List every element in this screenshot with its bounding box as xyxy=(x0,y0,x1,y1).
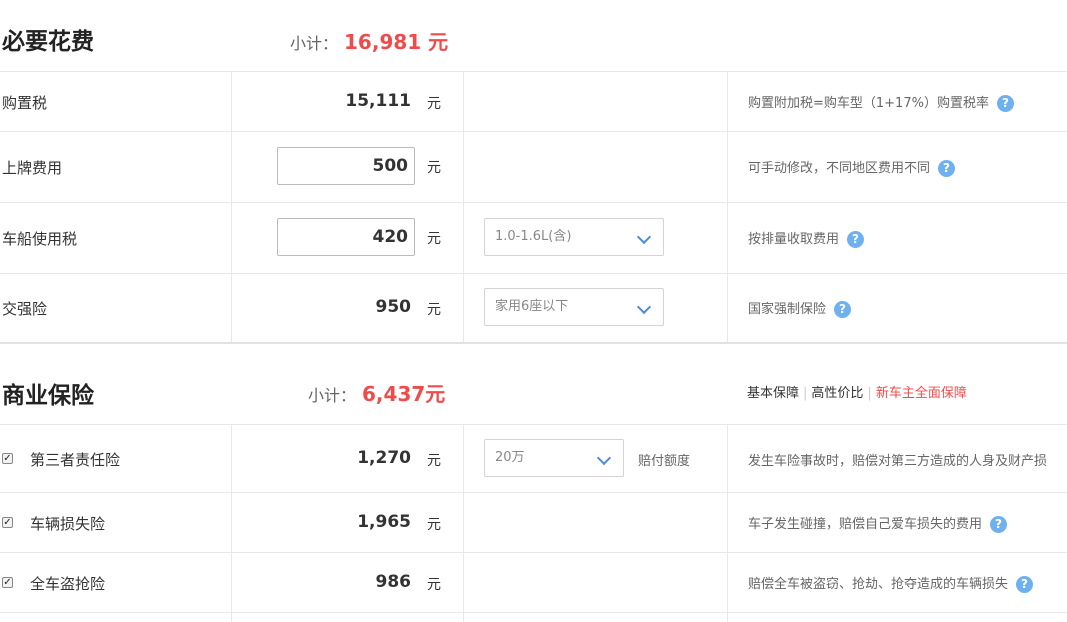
subtotal-commercial-insurance: 小计： 6,437元 xyxy=(308,378,445,407)
desc-text: 可手动修改，不同地区费用不同 xyxy=(748,161,931,176)
row-label-third-party: 第三者责任险 xyxy=(30,451,121,469)
subtotal-label: 小计： xyxy=(290,34,339,53)
row-desc-vehicle-tax: 按排量收取费用? xyxy=(748,228,865,248)
desc-text: 车子发生碰撞，赔偿自己爱车损失的费用 xyxy=(748,517,983,532)
row-value-vehicle-damage: 1,965 xyxy=(357,512,411,532)
checkbox-checked-icon[interactable]: ✓ xyxy=(2,577,13,588)
row-value-third-party: 1,270 xyxy=(357,448,411,468)
tab-basic[interactable]: 基本保障 xyxy=(747,386,799,401)
row-unit: 元 xyxy=(427,231,441,247)
row-desc-third-party: 发生车险事故时，赔偿对第三方造成的人身及财产损 xyxy=(748,454,1048,469)
row-unit: 元 xyxy=(427,160,441,176)
row-desc-purchase-tax: 购置附加税=购车型（1+17%）购置税率? xyxy=(748,92,1014,112)
seat-type-select[interactable]: 家用6座以下 xyxy=(484,288,664,326)
question-circle-icon[interactable]: ? xyxy=(990,516,1008,533)
row-label-theft: 全车盗抢险 xyxy=(30,575,106,593)
section-title-commercial-insurance: 商业保险 xyxy=(2,383,94,409)
section-title-required-costs: 必要花费 xyxy=(2,29,94,55)
row-label-vehicle-damage: 车辆损失险 xyxy=(30,515,106,533)
coverage-amount-note: 赔付额度 xyxy=(638,454,691,469)
desc-text: 赔偿全车被盗窃、抢劫、抢夺造成的车辆损失 xyxy=(748,577,1009,592)
row-desc-vehicle-damage: 车子发生碰撞，赔偿自己爱车损失的费用? xyxy=(748,513,1008,533)
select-value: 1.0-1.6L(含) xyxy=(495,229,572,244)
coverage-amount-select[interactable]: 20万 xyxy=(484,439,624,477)
checkbox-checked-icon[interactable]: ✓ xyxy=(2,453,13,464)
desc-text: 按排量收取费用 xyxy=(748,232,840,247)
row-unit: 元 xyxy=(427,453,441,469)
row-desc-compulsory-insurance: 国家强制保险? xyxy=(748,298,852,318)
desc-text: 国家强制保险 xyxy=(748,302,827,317)
row-unit: 元 xyxy=(427,517,441,533)
insurance-plan-tabs: 基本保障 | 高性价比 | 新车主全面保障 xyxy=(747,386,967,401)
row-label-purchase-tax: 购置税 xyxy=(2,94,48,112)
tab-full[interactable]: 新车主全面保障 xyxy=(876,386,967,401)
row-value-compulsory-insurance: 950 xyxy=(375,297,412,317)
subtotal-amount: 16,981 元 xyxy=(344,30,449,54)
row-value-purchase-tax: 15,111 xyxy=(345,91,411,111)
row-unit: 元 xyxy=(427,577,441,593)
chevron-down-icon xyxy=(636,299,652,315)
row-unit: 元 xyxy=(427,96,441,112)
question-circle-icon[interactable]: ? xyxy=(847,231,865,248)
subtotal-amount: 6,437元 xyxy=(362,382,446,406)
row-label-vehicle-tax: 车船使用税 xyxy=(2,230,78,248)
question-circle-icon[interactable]: ? xyxy=(996,95,1014,112)
chevron-down-icon xyxy=(636,229,652,245)
select-value: 家用6座以下 xyxy=(495,299,569,314)
question-circle-icon[interactable]: ? xyxy=(1016,576,1034,593)
question-circle-icon[interactable]: ? xyxy=(834,301,852,318)
row-label-registration-fee: 上牌费用 xyxy=(2,159,63,177)
question-circle-icon[interactable]: ? xyxy=(938,160,956,177)
desc-text: 购置附加税=购车型（1+17%）购置税率 xyxy=(748,96,989,111)
vehicle-tax-input[interactable]: 420 xyxy=(277,218,415,256)
row-unit: 元 xyxy=(427,302,441,318)
row-desc-theft: 赔偿全车被盗窃、抢劫、抢夺造成的车辆损失? xyxy=(748,573,1034,593)
row-value-theft: 986 xyxy=(375,572,412,592)
registration-fee-input[interactable]: 500 xyxy=(277,147,415,185)
row-label-compulsory-insurance: 交强险 xyxy=(2,300,48,318)
subtotal-label: 小计： xyxy=(308,386,357,405)
checkbox-checked-icon[interactable]: ✓ xyxy=(2,517,13,528)
select-value: 20万 xyxy=(495,450,525,465)
row-desc-registration-fee: 可手动修改，不同地区费用不同? xyxy=(748,157,956,177)
displacement-select[interactable]: 1.0-1.6L(含) xyxy=(484,218,664,256)
chevron-down-icon xyxy=(596,450,612,466)
tab-value[interactable]: 高性价比 xyxy=(811,386,863,401)
subtotal-required-costs: 小计： 16,981 元 xyxy=(290,26,448,55)
